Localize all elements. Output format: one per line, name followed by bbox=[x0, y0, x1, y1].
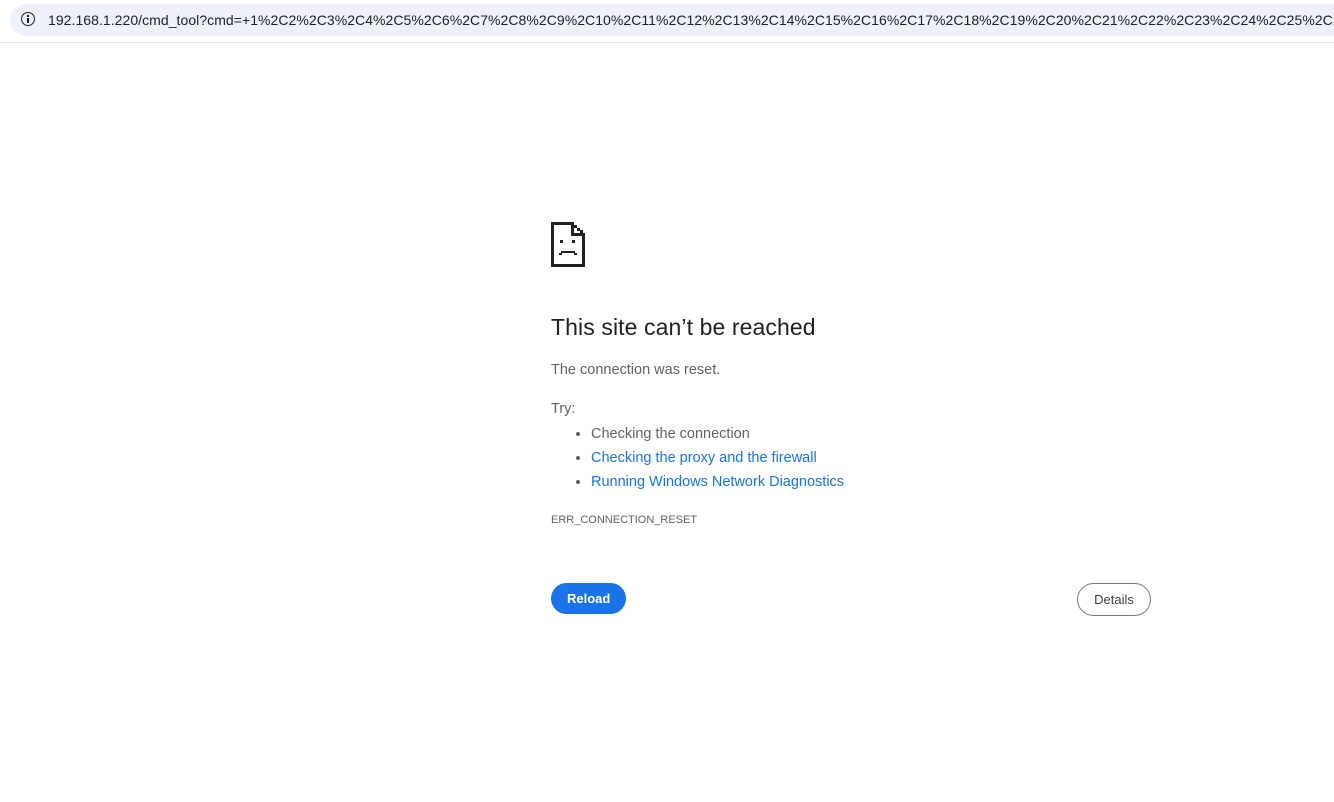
url-text[interactable]: 192.168.1.220/cmd_tool?cmd=+1%2C2%2C3%2C… bbox=[48, 12, 1334, 28]
suggestion-item: Running Windows Network Diagnostics bbox=[591, 470, 844, 494]
suggestion-check-proxy-link[interactable]: Checking the proxy and the firewall bbox=[591, 450, 817, 466]
try-label: Try: bbox=[551, 401, 576, 417]
error-code: ERR_CONNECTION_RESET bbox=[551, 514, 698, 526]
suggestion-item: Checking the proxy and the firewall bbox=[591, 446, 844, 470]
sad-document-icon bbox=[551, 222, 585, 267]
suggestion-network-diagnostics-link[interactable]: Running Windows Network Diagnostics bbox=[591, 474, 844, 490]
error-title: This site can’t be reached bbox=[551, 314, 816, 340]
omnibox[interactable]: 192.168.1.220/cmd_tool?cmd=+1%2C2%2C3%2C… bbox=[10, 4, 1334, 36]
suggestions-list: Checking the connection Checking the pro… bbox=[551, 422, 844, 494]
details-button[interactable]: Details bbox=[1077, 583, 1151, 616]
suggestion-check-connection: Checking the connection bbox=[591, 422, 844, 446]
error-subtitle: The connection was reset. bbox=[551, 362, 721, 378]
browser-address-bar: 192.168.1.220/cmd_tool?cmd=+1%2C2%2C3%2C… bbox=[0, 0, 1334, 43]
reload-button[interactable]: Reload bbox=[551, 583, 627, 614]
info-icon[interactable] bbox=[21, 12, 35, 26]
